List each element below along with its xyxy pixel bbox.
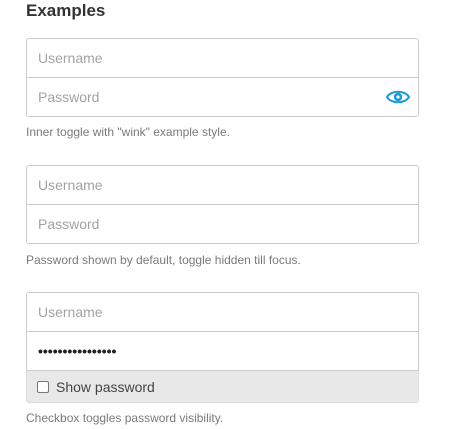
page-title: Examples [26,1,106,20]
show-password-row[interactable]: Show password [26,371,419,403]
password-placeholder: Password [38,216,100,232]
username-field[interactable]: Username [26,165,419,205]
example-3-caption: Checkbox toggles password visibility. [26,411,224,425]
show-password-checkbox[interactable] [37,380,49,393]
password-field[interactable]: Password [26,77,419,117]
password-field[interactable]: Password [26,204,419,244]
password-value: •••••••••••••••• [38,343,117,359]
username-placeholder: Username [38,177,103,193]
password-placeholder: Password [38,89,100,105]
example-2-caption: Password shown by default, toggle hidden… [26,253,301,267]
eye-icon[interactable] [385,88,411,106]
show-password-label[interactable]: Show password [56,379,155,395]
examples-page: Examples Username Password Inner toggle … [0,0,474,429]
example-2-form: Username Password [26,165,419,244]
example-3-form: Username •••••••••••••••• Show password [26,292,419,403]
example-1-form: Username Password [26,38,419,117]
username-placeholder: Username [38,50,103,66]
username-placeholder: Username [38,304,103,320]
password-field[interactable]: •••••••••••••••• [26,331,419,371]
username-field[interactable]: Username [26,292,419,332]
username-field[interactable]: Username [26,38,419,78]
example-1-caption: Inner toggle with "wink" example style. [26,125,230,139]
